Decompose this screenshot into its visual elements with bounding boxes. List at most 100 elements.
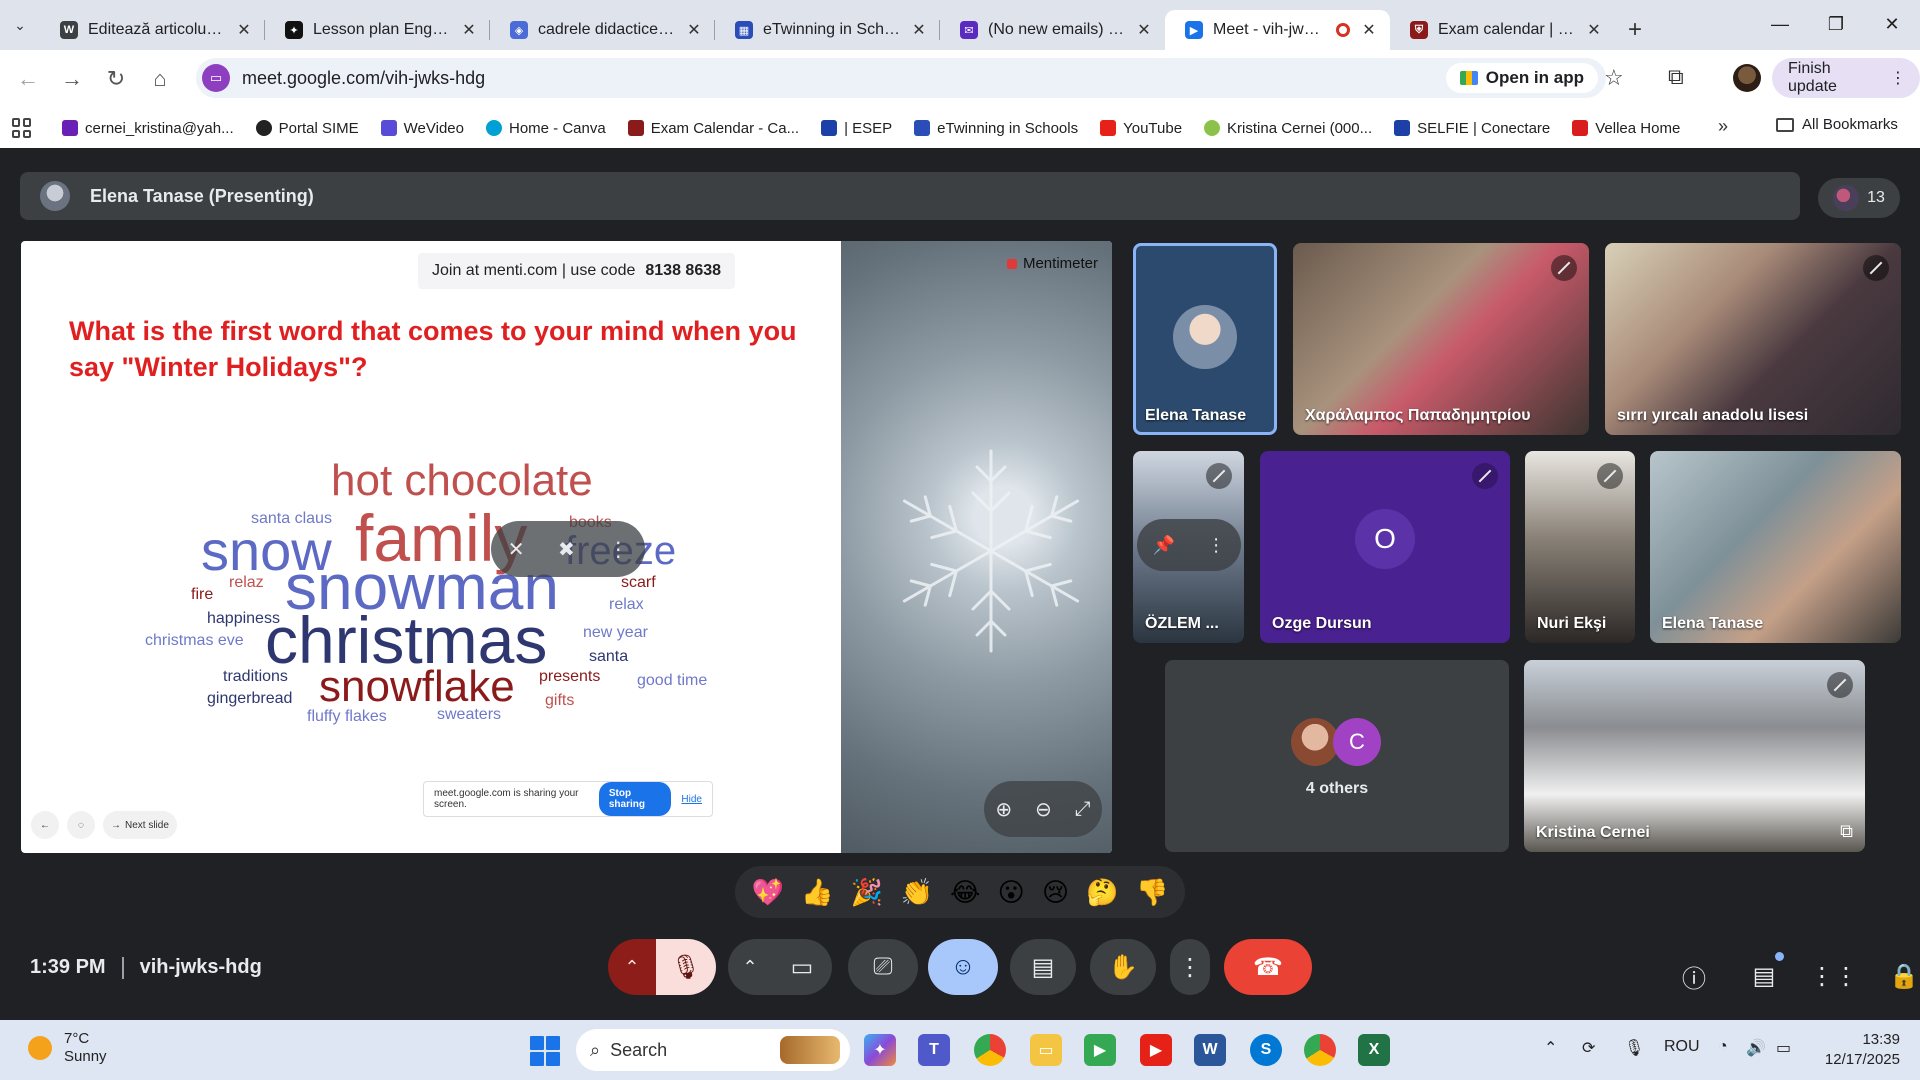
- profile-avatar[interactable]: [1733, 64, 1761, 92]
- meeting-info-icon[interactable]: ⓘ: [1670, 956, 1718, 996]
- all-bookmarks-button[interactable]: All Bookmarks: [1776, 116, 1898, 133]
- extensions-icon[interactable]: ⧉: [1668, 64, 1684, 90]
- bookmark-5[interactable]: | ESEP: [821, 120, 892, 137]
- camera-button[interactable]: ▭: [772, 939, 832, 995]
- wifi-icon[interactable]: ◔: [1718, 1038, 1728, 1056]
- bookmark-2[interactable]: WeVideo: [380, 120, 464, 137]
- bookmark-star-icon[interactable]: ☆: [1604, 65, 1624, 91]
- reaction-party[interactable]: 🎉: [851, 877, 883, 908]
- teams-icon[interactable]: T: [918, 1034, 950, 1066]
- hide-link[interactable]: Hide: [681, 794, 702, 805]
- battery-icon[interactable]: ▭: [1776, 1038, 1791, 1058]
- bookmark-1[interactable]: Portal SIME: [255, 120, 359, 137]
- taskbar-search[interactable]: ⌕ Search: [576, 1029, 850, 1071]
- finish-update-button[interactable]: Finish update ⋮: [1772, 58, 1920, 98]
- participant-tile[interactable]: Nuri Ekşi: [1525, 451, 1635, 643]
- picture-in-picture-icon[interactable]: ⧉: [1840, 821, 1853, 842]
- copilot-icon[interactable]: ✦: [864, 1034, 896, 1066]
- emoji-reactions-button[interactable]: ☺: [928, 939, 998, 995]
- participant-tile[interactable]: Elena Tanase: [1133, 243, 1277, 435]
- more-bookmarks-icon[interactable]: »: [1718, 116, 1728, 137]
- more-options-button[interactable]: ⋮: [1170, 939, 1210, 995]
- reaction-heart[interactable]: 💖: [752, 877, 784, 908]
- mute-icon[interactable]: ✖: [558, 537, 575, 562]
- reaction-surprised[interactable]: 😮: [998, 877, 1025, 908]
- excel-icon[interactable]: X: [1358, 1034, 1390, 1066]
- participant-tile[interactable]: ⧉ Kristina Cernei: [1524, 660, 1865, 852]
- more-options-icon[interactable]: ⋮: [1207, 535, 1225, 556]
- reload-button[interactable]: ↻: [94, 57, 138, 101]
- bookmark-3[interactable]: Home - Canva: [485, 120, 606, 137]
- close-icon[interactable]: ✕: [460, 21, 478, 39]
- youtube-icon[interactable]: ▶: [1140, 1034, 1172, 1066]
- reaction-thinking[interactable]: 🤔: [1086, 877, 1118, 908]
- next-slide-button[interactable]: → Next slide: [103, 811, 177, 839]
- zoom-in-icon[interactable]: ⊕: [995, 797, 1012, 822]
- bookmark-0[interactable]: cernei_kristina@yah...: [62, 120, 234, 137]
- bookmark-9[interactable]: SELFIE | Conectare: [1394, 120, 1550, 137]
- tab-2[interactable]: ◈ cadrele didactice din ✕: [490, 10, 715, 50]
- site-info-icon[interactable]: ▭: [202, 64, 230, 92]
- present-screen-button[interactable]: ⎚: [848, 939, 918, 995]
- chrome-profile-icon[interactable]: [1304, 1034, 1336, 1066]
- tab-0[interactable]: W Editează articolul ‹ In ✕: [40, 10, 265, 50]
- reaction-thumbs-up[interactable]: 👍: [801, 877, 833, 908]
- url-text[interactable]: meet.google.com/vih-jwks-hdg: [242, 68, 485, 89]
- chrome-icon[interactable]: [974, 1034, 1006, 1066]
- reaction-clap[interactable]: 👏: [900, 877, 932, 908]
- video-settings-button[interactable]: ⌃: [728, 939, 772, 995]
- tab-6[interactable]: ⛨ Exam calendar | Cam ✕: [1390, 10, 1615, 50]
- bookmark-8[interactable]: Kristina Cernei (000...: [1204, 120, 1372, 137]
- participant-tile[interactable]: sırrı yırcalı anadolu lisesi: [1605, 243, 1901, 435]
- tab-5-active[interactable]: ▶ Meet - vih-jwks-h ✕: [1165, 10, 1390, 50]
- close-icon[interactable]: ✕: [910, 21, 928, 39]
- volume-icon[interactable]: 🔊: [1746, 1038, 1766, 1058]
- bookmark-7[interactable]: YouTube: [1100, 120, 1182, 137]
- participants-button[interactable]: 13: [1818, 178, 1900, 218]
- presentation-stage[interactable]: Join at menti.com | use code 8138 8638 W…: [21, 241, 1112, 853]
- raise-hand-button[interactable]: ✋: [1090, 939, 1156, 995]
- fullscreen-icon[interactable]: ⤢: [1075, 798, 1091, 821]
- pin-icon[interactable]: 📌: [1153, 535, 1175, 556]
- stop-sharing-button[interactable]: Stop sharing: [598, 782, 672, 816]
- captions-button[interactable]: ▤: [1010, 939, 1076, 995]
- forward-button[interactable]: →: [50, 57, 94, 101]
- participant-tile[interactable]: Elena Tanase: [1650, 451, 1901, 643]
- microphone-off-button[interactable]: 🎙: [656, 939, 716, 995]
- hint-icon[interactable]: ◌: [67, 811, 95, 839]
- zoom-out-icon[interactable]: ⊖: [1035, 797, 1052, 822]
- open-in-app-button[interactable]: Open in app: [1445, 63, 1598, 93]
- file-explorer-icon[interactable]: ▭: [1030, 1034, 1062, 1066]
- participant-tile[interactable]: 📌 ⋮ ÖZLEM ...: [1133, 451, 1244, 643]
- bookmark-10[interactable]: Vellea Home: [1572, 120, 1680, 137]
- tab-1[interactable]: ✦ Lesson plan English e ✕: [265, 10, 490, 50]
- bookmark-4[interactable]: Exam Calendar - Ca...: [627, 120, 799, 137]
- apps-grid-icon[interactable]: [12, 118, 32, 138]
- taskbar-clock[interactable]: 13:39 12/17/2025: [1820, 1030, 1900, 1070]
- word-icon[interactable]: W: [1194, 1034, 1226, 1066]
- tab-4[interactable]: ✉ (No new emails) - tra ✕: [940, 10, 1165, 50]
- close-icon[interactable]: ✕: [1585, 21, 1603, 39]
- minimize-button[interactable]: —: [1752, 0, 1808, 48]
- back-button[interactable]: ←: [6, 57, 50, 101]
- reaction-thumbs-down[interactable]: 👎: [1136, 877, 1168, 908]
- chat-icon[interactable]: ▤: [1740, 952, 1788, 996]
- close-icon[interactable]: ✕: [1135, 21, 1153, 39]
- close-icon[interactable]: ✕: [1360, 21, 1378, 39]
- skype-icon[interactable]: S: [1250, 1034, 1282, 1066]
- sync-icon[interactable]: ⟳: [1582, 1038, 1595, 1058]
- participant-tile[interactable]: O Ozge Dursun: [1260, 451, 1510, 643]
- reaction-laugh[interactable]: 😂: [950, 877, 980, 908]
- home-button[interactable]: ⌂: [138, 57, 182, 101]
- reaction-sad[interactable]: 😢: [1042, 877, 1069, 908]
- bookmark-6[interactable]: eTwinning in Schools: [914, 120, 1078, 137]
- address-bar[interactable]: ▭ meet.google.com/vih-jwks-hdg Open in a…: [196, 58, 1606, 98]
- tab-search-button[interactable]: ⌄: [0, 0, 40, 50]
- activities-icon[interactable]: ⋮⋮: [1810, 956, 1858, 996]
- restore-button[interactable]: ❐: [1808, 0, 1864, 48]
- leave-call-button[interactable]: ☎: [1224, 939, 1312, 995]
- new-tab-button[interactable]: +: [1615, 10, 1655, 50]
- close-icon[interactable]: ✕: [235, 21, 253, 39]
- show-hidden-icons[interactable]: ⌃: [1544, 1038, 1557, 1058]
- tab-3[interactable]: ▦ eTwinning in Schools ✕: [715, 10, 940, 50]
